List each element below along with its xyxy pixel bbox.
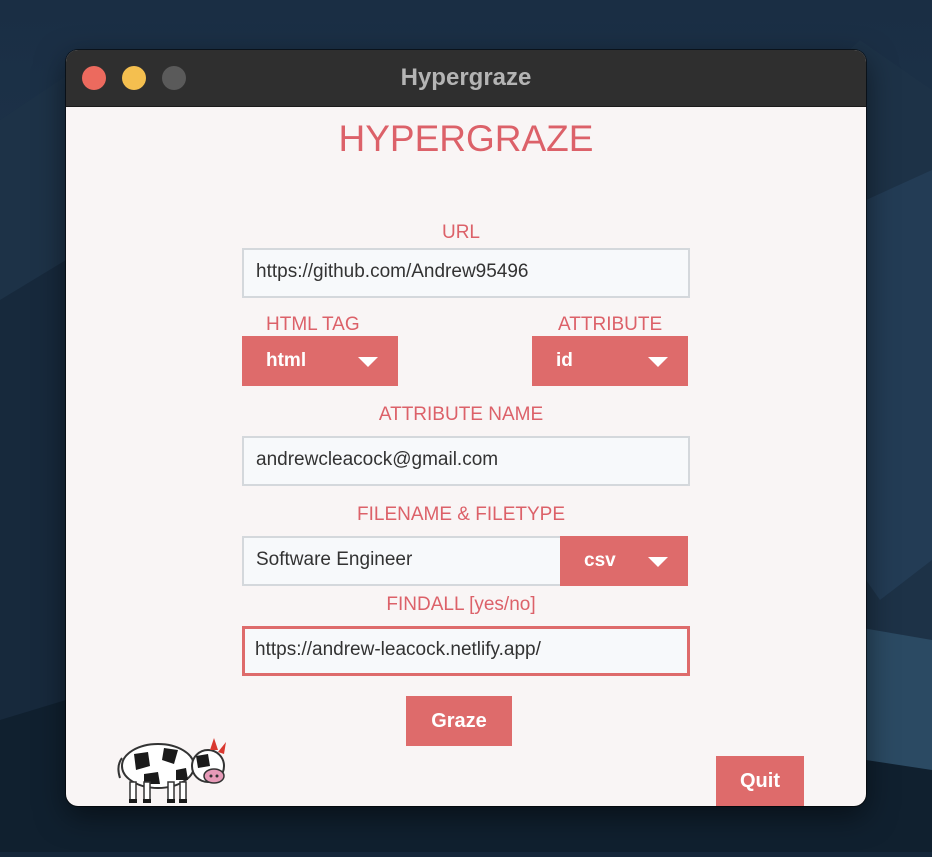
url-label: URL <box>441 222 480 243</box>
cow-icon <box>114 730 230 806</box>
attribute-label: ATTRIBUTE <box>558 314 663 335</box>
chevron-down-icon <box>648 357 668 367</box>
html-tag-selected: html <box>266 350 307 371</box>
html-tag-label: HTML TAG <box>266 314 360 335</box>
graze-button[interactable]: Graze <box>406 696 512 746</box>
app-window: Hypergraze HYPERGRAZE URL https://github… <box>66 50 866 806</box>
chevron-down-icon <box>358 357 378 367</box>
filename-label: FILENAME & FILETYPE <box>357 504 565 525</box>
url-input[interactable]: https://github.com/Andrew95496 <box>242 248 690 298</box>
chevron-down-icon <box>648 557 668 567</box>
attribute-selected: id <box>556 350 573 371</box>
main-content: HYPERGRAZE URL https://github.com/Andrew… <box>66 106 866 806</box>
app-heading: HYPERGRAZE <box>338 118 594 159</box>
quit-button[interactable]: Quit <box>716 756 804 806</box>
html-tag-dropdown[interactable]: html <box>242 336 398 386</box>
title-bar: Hypergraze <box>66 50 866 107</box>
findall-input[interactable]: https://andrew-leacock.netlify.app/ <box>242 626 690 676</box>
attribute-dropdown[interactable]: id <box>532 336 688 386</box>
attribute-name-input[interactable]: andrewcleacock@gmail.com <box>242 436 690 486</box>
attribute-name-label: ATTRIBUTE NAME <box>378 404 544 425</box>
filename-input[interactable]: Software Engineer <box>242 536 562 586</box>
filetype-dropdown[interactable]: csv <box>560 536 688 586</box>
findall-label: FINDALL [yes/no] <box>386 594 536 615</box>
filetype-selected: csv <box>584 550 616 571</box>
window-title: Hypergraze <box>400 64 532 91</box>
